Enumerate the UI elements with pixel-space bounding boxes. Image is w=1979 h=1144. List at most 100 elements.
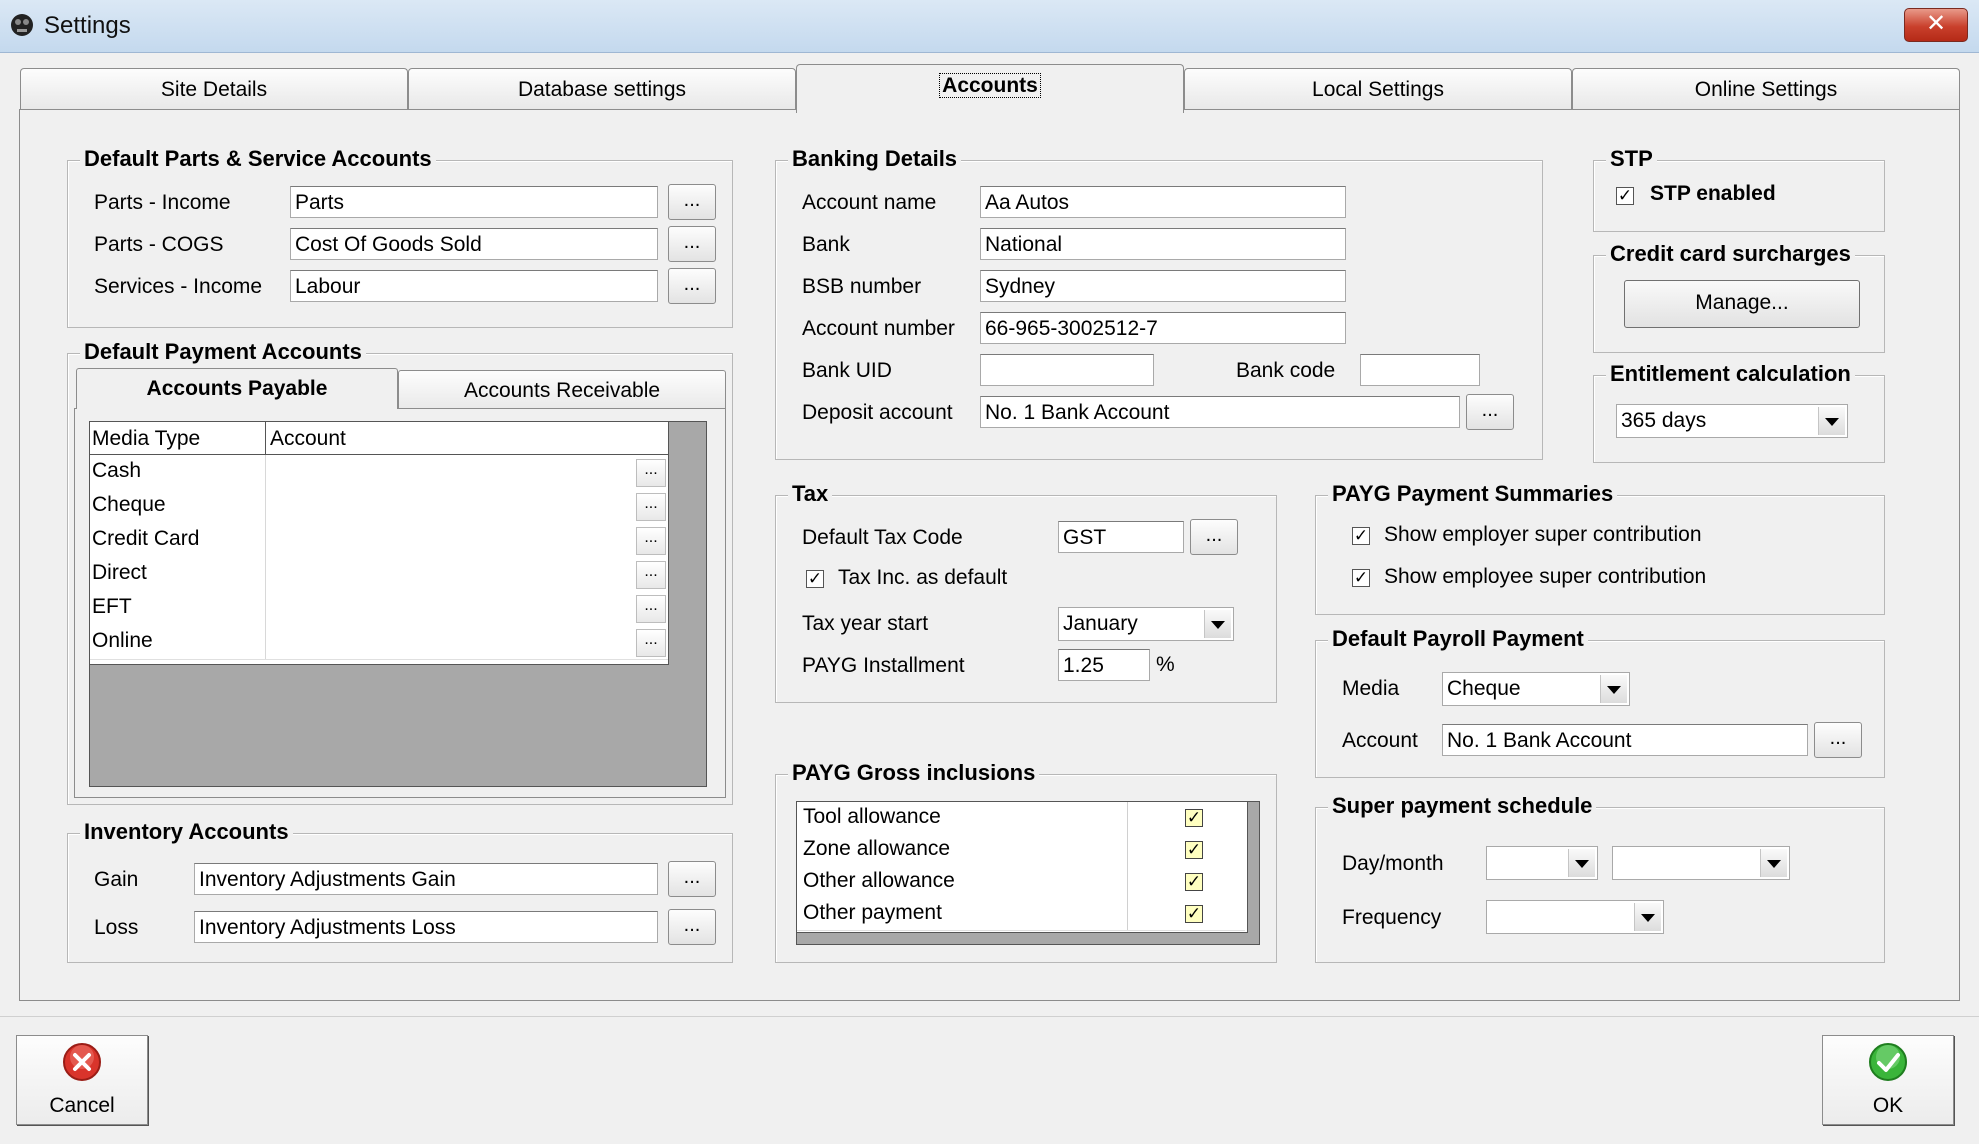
inventory-accounts-group: Inventory Accounts Gain Inventory Adjust… bbox=[67, 819, 733, 963]
parts-income-field[interactable]: Parts bbox=[290, 186, 658, 218]
tab-label: Database settings bbox=[517, 78, 687, 101]
direct-browse-button[interactable]: ... bbox=[636, 561, 666, 589]
table-row[interactable]: Online... bbox=[90, 625, 668, 660]
tax-inc-checkbox[interactable]: ✓ bbox=[806, 570, 824, 588]
chevron-down-icon[interactable] bbox=[1634, 903, 1661, 931]
ok-button[interactable]: OK bbox=[1822, 1035, 1954, 1125]
group-title: Tax bbox=[788, 481, 833, 507]
inventory-loss-field[interactable]: Inventory Adjustments Loss bbox=[194, 911, 658, 943]
bank-code-field[interactable] bbox=[1360, 354, 1480, 386]
inventory-gain-field[interactable]: Inventory Adjustments Gain bbox=[194, 863, 658, 895]
cheque-browse-button[interactable]: ... bbox=[636, 493, 666, 521]
cell-divider bbox=[265, 455, 266, 489]
zone-allowance-checkbox[interactable]: ✓ bbox=[1185, 841, 1203, 859]
chevron-down-icon[interactable] bbox=[1818, 407, 1845, 435]
tax-code-browse-button[interactable]: ... bbox=[1190, 519, 1238, 555]
tab-database-settings[interactable]: Database settings bbox=[408, 68, 796, 109]
day-month-label: Day/month bbox=[1342, 852, 1444, 875]
deposit-account-browse-button[interactable]: ... bbox=[1466, 394, 1514, 430]
tool-allowance-checkbox[interactable]: ✓ bbox=[1185, 809, 1203, 827]
tax-year-start-select[interactable]: January bbox=[1058, 607, 1234, 641]
group-title: PAYG Payment Summaries bbox=[1328, 481, 1618, 507]
inventory-loss-label: Loss bbox=[94, 916, 139, 939]
payroll-account-field[interactable]: No. 1 Bank Account bbox=[1442, 724, 1808, 756]
cash-browse-button[interactable]: ... bbox=[636, 459, 666, 487]
table-row[interactable]: EFT... bbox=[90, 591, 668, 626]
close-button[interactable]: ✕ bbox=[1904, 8, 1968, 42]
frequency-select[interactable] bbox=[1486, 900, 1664, 934]
subtab-accounts-payable[interactable]: Accounts Payable bbox=[76, 368, 398, 409]
payroll-account-browse-button[interactable]: ... bbox=[1814, 722, 1862, 758]
chevron-down-icon[interactable] bbox=[1760, 849, 1787, 877]
cancel-button[interactable]: Cancel bbox=[16, 1035, 148, 1125]
column-header-account[interactable]: Account bbox=[270, 427, 346, 451]
subtab-accounts-receivable[interactable]: Accounts Receivable bbox=[398, 370, 726, 411]
credit-card-browse-button[interactable]: ... bbox=[636, 527, 666, 555]
cell-divider bbox=[265, 591, 266, 625]
bank-uid-field[interactable] bbox=[980, 354, 1154, 386]
tab-label: Site Details bbox=[160, 78, 268, 101]
table-row[interactable]: Zone allowance ✓ bbox=[797, 834, 1245, 867]
inclusion-label: Other allowance bbox=[803, 869, 955, 892]
services-income-label: Services - Income bbox=[94, 275, 263, 298]
tab-local-settings[interactable]: Local Settings bbox=[1184, 68, 1572, 109]
parts-income-browse-button[interactable]: ... bbox=[668, 184, 716, 220]
tab-accounts[interactable]: Accounts bbox=[796, 64, 1184, 113]
tab-site-details[interactable]: Site Details bbox=[20, 68, 408, 109]
media-type-cell: Online bbox=[92, 629, 153, 652]
online-browse-button[interactable]: ... bbox=[636, 629, 666, 657]
grid-header: Media Type Account bbox=[90, 422, 668, 455]
title-bar: Settings ✕ bbox=[0, 0, 1979, 53]
eft-browse-button[interactable]: ... bbox=[636, 595, 666, 623]
tab-online-settings[interactable]: Online Settings bbox=[1572, 68, 1960, 109]
grid-body: Media Type Account Cash... Cheque... Cre… bbox=[90, 422, 669, 665]
table-row[interactable]: Cash... bbox=[90, 455, 668, 490]
table-row[interactable]: Credit Card... bbox=[90, 523, 668, 558]
group-title: Banking Details bbox=[788, 146, 962, 172]
services-income-browse-button[interactable]: ... bbox=[668, 268, 716, 304]
chevron-down-icon[interactable] bbox=[1568, 849, 1595, 877]
table-row[interactable]: Cheque... bbox=[90, 489, 668, 524]
inventory-loss-browse-button[interactable]: ... bbox=[668, 909, 716, 945]
column-divider bbox=[265, 422, 266, 454]
account-number-label: Account number bbox=[802, 317, 955, 340]
employee-super-checkbox[interactable]: ✓ bbox=[1352, 569, 1370, 587]
inclusion-label: Zone allowance bbox=[803, 837, 951, 860]
stp-enabled-checkbox[interactable]: ✓ bbox=[1616, 187, 1634, 205]
other-payment-checkbox[interactable]: ✓ bbox=[1185, 905, 1203, 923]
cancel-icon bbox=[63, 1043, 101, 1081]
chevron-down-icon[interactable] bbox=[1204, 610, 1231, 638]
account-number-field[interactable]: 66-965-3002512-7 bbox=[980, 312, 1346, 344]
services-income-field[interactable]: Labour bbox=[290, 270, 658, 302]
bsb-number-field[interactable]: Sydney bbox=[980, 270, 1346, 302]
cell-divider bbox=[1127, 866, 1128, 898]
cell-divider bbox=[1127, 802, 1128, 834]
manage-surcharges-button[interactable]: Manage... bbox=[1624, 280, 1860, 328]
deposit-account-field[interactable]: No. 1 Bank Account bbox=[980, 396, 1460, 428]
bank-field[interactable]: National bbox=[980, 228, 1346, 260]
table-row[interactable]: Other allowance ✓ bbox=[797, 866, 1245, 899]
ok-label: OK bbox=[1872, 1094, 1904, 1117]
month-select[interactable] bbox=[1612, 846, 1790, 880]
account-name-field[interactable]: Aa Autos bbox=[980, 186, 1346, 218]
tax-inc-label: Tax Inc. as default bbox=[838, 566, 1008, 589]
entitlement-select[interactable]: 365 days bbox=[1616, 404, 1848, 438]
table-row[interactable]: Other payment ✓ bbox=[797, 898, 1245, 931]
group-title: Default Payment Accounts bbox=[80, 339, 366, 365]
table-row[interactable]: Tool allowance ✓ bbox=[797, 802, 1245, 835]
parts-service-group: Default Parts & Service Accounts Parts -… bbox=[67, 146, 733, 328]
inventory-gain-browse-button[interactable]: ... bbox=[668, 861, 716, 897]
day-select[interactable] bbox=[1486, 846, 1598, 880]
parts-cogs-browse-button[interactable]: ... bbox=[668, 226, 716, 262]
chevron-down-icon[interactable] bbox=[1600, 675, 1627, 703]
footer-bar: Cancel OK bbox=[0, 1016, 1979, 1144]
column-header-media-type[interactable]: Media Type bbox=[92, 427, 200, 451]
default-tax-code-field[interactable]: GST bbox=[1058, 521, 1184, 553]
stp-group: STP ✓ STP enabled bbox=[1593, 146, 1885, 232]
parts-cogs-field[interactable]: Cost Of Goods Sold bbox=[290, 228, 658, 260]
payroll-media-select[interactable]: Cheque bbox=[1442, 672, 1630, 706]
payg-installment-field[interactable]: 1.25 bbox=[1058, 649, 1150, 681]
other-allowance-checkbox[interactable]: ✓ bbox=[1185, 873, 1203, 891]
table-row[interactable]: Direct... bbox=[90, 557, 668, 592]
employer-super-checkbox[interactable]: ✓ bbox=[1352, 527, 1370, 545]
